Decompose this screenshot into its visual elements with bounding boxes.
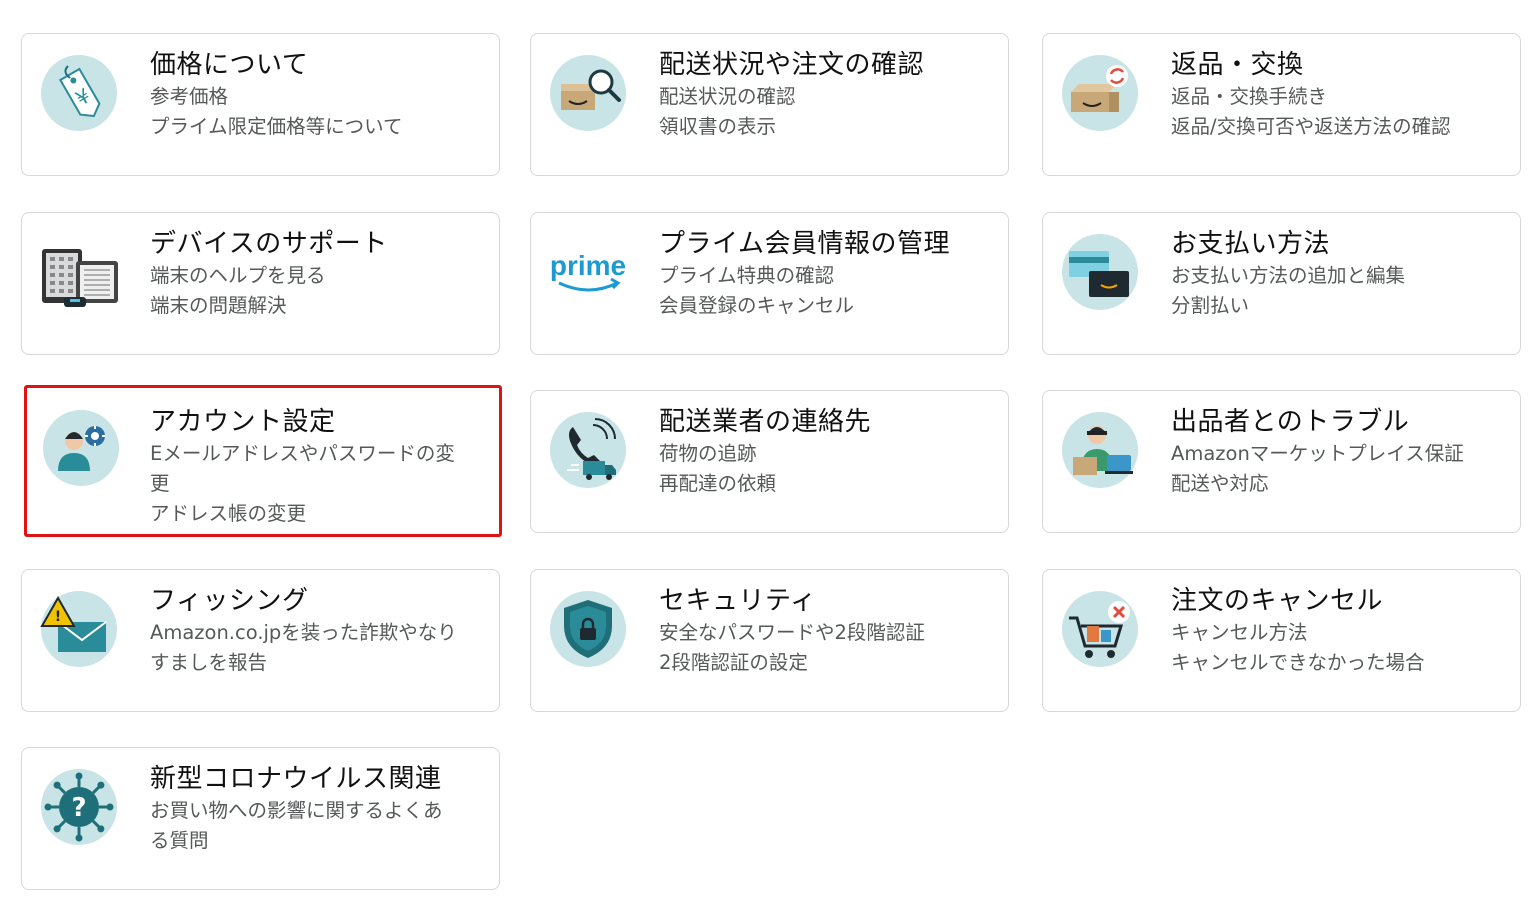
help-card-security[interactable]: セキュリティ 安全なパスワードや2段階認証 2段階認証の設定 [530, 569, 1009, 712]
help-card-subtopic[interactable]: アドレス帳の変更 [150, 499, 483, 529]
help-card-title: 返品・交換 [1171, 50, 1304, 80]
help-card-subtopic[interactable]: 返品・交換手続き [1171, 82, 1504, 112]
help-card-subtopic[interactable]: お支払い方法の追加と編集 [1171, 261, 1504, 291]
help-card-cancel[interactable]: 注文のキャンセル キャンセル方法 キャンセルできなかった場合 [1042, 569, 1521, 712]
help-card-subtopic[interactable]: 荷物の追跡 [659, 439, 992, 469]
help-card-price[interactable]: ¥ 価格について 参考価格 プライム限定価格等について [21, 33, 500, 176]
help-card-subtopic[interactable]: 配送や対応 [1171, 469, 1504, 499]
help-card-title: セキュリティ [659, 586, 817, 616]
help-card-title: 注文のキャンセル [1171, 586, 1384, 616]
help-card-returns[interactable]: 返品・交換 返品・交換手続き 返品/交換可否や返送方法の確認 [1042, 33, 1521, 176]
svg-text:!: ! [55, 609, 61, 625]
prime-logo-text: prime [550, 250, 626, 281]
help-card-subtopic[interactable]: プライム特典の確認 [659, 261, 992, 291]
help-card-covid[interactable]: ? 新型コロナウイルス関連 お買い物への影響に関するよくあ る質問 [21, 747, 500, 890]
help-card-title: 配送業者の連絡先 [659, 407, 872, 437]
help-card-delivery[interactable]: 配送状況や注文の確認 配送状況の確認 領収書の表示 [530, 33, 1009, 176]
help-card-subtopic[interactable]: 更 [150, 469, 483, 499]
help-card-title: アカウント設定 [150, 407, 336, 437]
help-card-subtopic[interactable]: Eメールアドレスやパスワードの変 [150, 439, 483, 469]
help-card-subtopic[interactable]: プライム限定価格等について [150, 112, 483, 142]
help-card-subtopic[interactable]: 端末のヘルプを見る [150, 261, 483, 291]
help-card-subtopic[interactable]: 分割払い [1171, 291, 1504, 321]
help-card-title: お支払い方法 [1171, 229, 1331, 259]
help-card-title: フィッシング [150, 586, 309, 616]
help-card-subtopic[interactable]: 再配達の依頼 [659, 469, 992, 499]
help-card-title: プライム会員情報の管理 [659, 229, 950, 259]
help-card-subtopic[interactable]: 安全なパスワードや2段階認証 [659, 618, 992, 648]
devices-icon [40, 233, 118, 311]
package-search-icon [549, 54, 627, 132]
help-card-account[interactable]: アカウント設定 Eメールアドレスやパスワードの変更アドレス帳の変更 [24, 385, 502, 537]
help-card-title: 出品者とのトラブル [1171, 407, 1410, 437]
payment-cards-icon [1061, 233, 1139, 311]
virus-question-icon: ? [40, 768, 118, 846]
help-card-subtopic[interactable]: 領収書の表示 [659, 112, 992, 142]
help-card-subtopic[interactable]: 2段階認証の設定 [659, 648, 992, 678]
seller-icon [1061, 411, 1139, 489]
help-card-phishing[interactable]: ! フィッシング Amazon.co.jpを装った詐欺やなり すましを報告 [21, 569, 500, 712]
help-card-seller[interactable]: 出品者とのトラブル Amazonマーケットプレイス保証 配送や対応 [1042, 390, 1521, 533]
help-card-subtopic[interactable]: キャンセル方法 [1171, 618, 1504, 648]
return-box-icon [1061, 54, 1139, 132]
help-card-subtopic[interactable]: Amazonマーケットプレイス保証 [1171, 439, 1504, 469]
help-card-subtopic[interactable]: 配送状況の確認 [659, 82, 992, 112]
help-card-devices[interactable]: デバイスのサポート 端末のヘルプを見る 端末の問題解決 [21, 212, 500, 355]
help-card-subtopic[interactable]: 参考価格 [150, 82, 483, 112]
phishing-warning-icon: ! [40, 590, 118, 668]
help-card-prime[interactable]: prime プライム会員情報の管理 プライム特典の確認 会員登録のキャンセル [530, 212, 1009, 355]
help-card-subtopic[interactable]: お買い物への影響に関するよくあ [150, 796, 483, 826]
help-card-subtopic[interactable]: 端末の問題解決 [150, 291, 483, 321]
help-card-carrier[interactable]: 配送業者の連絡先 荷物の追跡 再配達の依頼 [530, 390, 1009, 533]
prime-logo-icon: prime [549, 233, 627, 311]
svg-text:?: ? [71, 793, 86, 823]
account-settings-icon [42, 409, 120, 487]
help-card-title: 価格について [150, 50, 309, 80]
help-card-subtopic[interactable]: る質問 [150, 826, 483, 856]
help-card-title: デバイスのサポート [150, 229, 388, 259]
carrier-phone-icon [549, 411, 627, 489]
help-card-title: 新型コロナウイルス関連 [150, 764, 442, 794]
help-card-title: 配送状況や注文の確認 [659, 50, 925, 80]
help-card-subtopic[interactable]: すましを報告 [150, 648, 483, 678]
help-card-payment[interactable]: お支払い方法 お支払い方法の追加と編集 分割払い [1042, 212, 1521, 355]
help-card-subtopic[interactable]: 返品/交換可否や返送方法の確認 [1171, 112, 1504, 142]
help-card-subtopic[interactable]: 会員登録のキャンセル [659, 291, 992, 321]
help-card-subtopic[interactable]: Amazon.co.jpを装った詐欺やなり [150, 618, 483, 648]
price-tag-icon: ¥ [40, 54, 118, 132]
cart-cancel-icon [1061, 590, 1139, 668]
help-card-subtopic[interactable]: キャンセルできなかった場合 [1171, 648, 1504, 678]
security-shield-icon [549, 590, 627, 668]
